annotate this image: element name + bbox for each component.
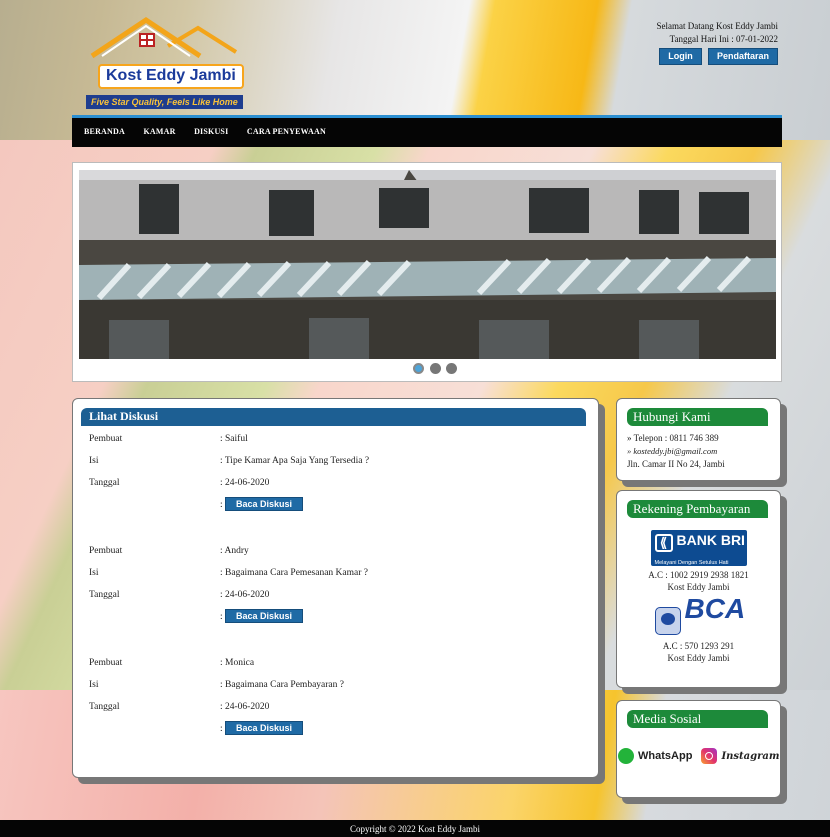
whatsapp-icon: [617, 748, 634, 764]
main-navbar: BERANDA KAMAR DISKUSI CARA PENYEWAAN: [72, 115, 782, 147]
instagram-link[interactable]: Instagram: [700, 748, 780, 764]
bri-holder: Kost Eddy Jambi: [667, 582, 730, 592]
contact-email[interactable]: » kosteddy.jbi@gmail.com: [627, 445, 780, 458]
header-info: Selamat Datang Kost Eddy Jambi Tanggal H…: [655, 20, 778, 65]
date-label: Tanggal: [89, 478, 120, 488]
content-label: Isi: [89, 456, 99, 466]
bank-bri: ⟪ BANK BRI Melayani Dengan Setulus Hati …: [617, 518, 780, 593]
content-value: : Bagaimana Cara Pemesanan Kamar ?: [220, 568, 368, 578]
discussion-item: Pembuat : Saiful Isi : Tipe Kamar Apa Saja…: [89, 434, 370, 511]
read-discussion-button[interactable]: Baca Diskusi: [225, 609, 304, 623]
contact-address: Jln. Camar II No 24, Jambi: [627, 459, 725, 469]
whatsapp-label: WhatsApp: [638, 750, 693, 762]
date-value: : 24-06-2020: [220, 478, 270, 488]
social-title: Media Sosial: [627, 710, 768, 728]
instagram-label: Instagram: [721, 750, 780, 762]
bca-logo: BCA: [651, 595, 747, 637]
discussion-panel: Lihat Diskusi Pembuat : Saiful Isi : Tipe …: [72, 398, 599, 778]
slider-dot-1[interactable]: [413, 363, 424, 374]
image-slider: [72, 162, 782, 382]
login-button[interactable]: Login: [659, 48, 702, 65]
discussion-item: Pembuat : Monica Isi : Bagaimana Cara Pemb…: [89, 658, 344, 735]
content-value: : Bagaimana Cara Pembayaran ?: [220, 680, 344, 690]
nav-item-diskusi[interactable]: DISKUSI: [194, 127, 228, 136]
date-label: Tanggal: [89, 590, 120, 600]
slider-dot-3[interactable]: [446, 363, 457, 374]
author-value: : Monica: [220, 658, 255, 668]
date-value: : 24-06-2020: [220, 702, 270, 712]
bri-logo: ⟪ BANK BRI Melayani Dengan Setulus Hati: [650, 530, 747, 566]
content-value: : Tipe Kamar Apa Saja Yang Tersedia ?: [220, 456, 370, 466]
instagram-icon: [700, 748, 717, 764]
house-roof-icon: [90, 16, 238, 59]
contact-panel: Hubungi Kami » Telepon : 0811 746 389 » …: [616, 398, 781, 481]
register-button[interactable]: Pendaftaran: [707, 48, 778, 65]
welcome-text: Selamat Datang Kost Eddy Jambi: [656, 21, 778, 31]
author-label: Pembuat: [89, 546, 123, 556]
author-label: Pembuat: [89, 434, 123, 444]
bri-logo-text: BANK BRI: [676, 532, 745, 548]
slider-photo: [79, 170, 776, 359]
site-logo[interactable]: Kost Eddy Jambi Five Star Quality, Feels…: [80, 16, 270, 112]
discussion-item: Pembuat : Andry Isi : Bagaimana Cara Pemes…: [89, 546, 368, 623]
contact-title: Hubungi Kami: [627, 408, 768, 426]
bank-bca: BCA A.C : 570 1293 291 Kost Eddy Jambi: [617, 593, 780, 664]
content-label: Isi: [89, 568, 99, 578]
payment-panel: Rekening Pembayaran ⟪ BANK BRI Melayani …: [616, 490, 781, 688]
bri-mark-icon: ⟪: [654, 534, 673, 552]
contact-phone: » Telepon : 0811 746 389: [627, 433, 719, 443]
nav-item-cara-penyewaan[interactable]: CARA PENYEWAAN: [247, 127, 326, 136]
slider-dot-2[interactable]: [429, 363, 441, 374]
brand-name: Kost Eddy Jambi: [98, 64, 244, 89]
content-label: Isi: [89, 680, 99, 690]
bri-account: A.C : 1002 2919 2938 1821: [648, 570, 749, 580]
bca-badge-icon: [654, 607, 681, 635]
brand-tagline: Five Star Quality, Feels Like Home: [86, 95, 243, 109]
payment-title: Rekening Pembayaran: [627, 500, 768, 518]
copyright-text: Copyright © 2022 Kost Eddy Jambi: [349, 824, 481, 834]
bca-account: A.C : 570 1293 291: [662, 641, 735, 651]
footer: Copyright © 2022 Kost Eddy Jambi: [0, 820, 830, 837]
date-text: Tanggal Hari Ini : 07-01-2022: [669, 34, 778, 44]
bca-logo-text: BCA: [684, 593, 746, 624]
nav-item-kamar[interactable]: KAMAR: [143, 127, 175, 136]
author-label: Pembuat: [89, 658, 123, 668]
read-discussion-button[interactable]: Baca Diskusi: [225, 721, 304, 735]
author-value: : Andry: [220, 546, 249, 556]
bri-logo-sub: Melayani Dengan Setulus Hati: [654, 560, 729, 566]
author-value: : Saiful: [220, 434, 248, 444]
date-label: Tanggal: [89, 702, 120, 712]
nav-item-beranda[interactable]: BERANDA: [84, 127, 125, 136]
discussion-title: Lihat Diskusi: [81, 408, 586, 426]
bca-holder: Kost Eddy Jambi: [667, 653, 730, 663]
slider-dots: [413, 363, 460, 377]
date-value: : 24-06-2020: [220, 590, 270, 600]
building-photo: [79, 170, 776, 359]
whatsapp-link[interactable]: WhatsApp: [617, 748, 693, 764]
social-panel: Media Sosial WhatsApp Instagram: [616, 700, 781, 798]
read-discussion-button[interactable]: Baca Diskusi: [225, 497, 304, 511]
